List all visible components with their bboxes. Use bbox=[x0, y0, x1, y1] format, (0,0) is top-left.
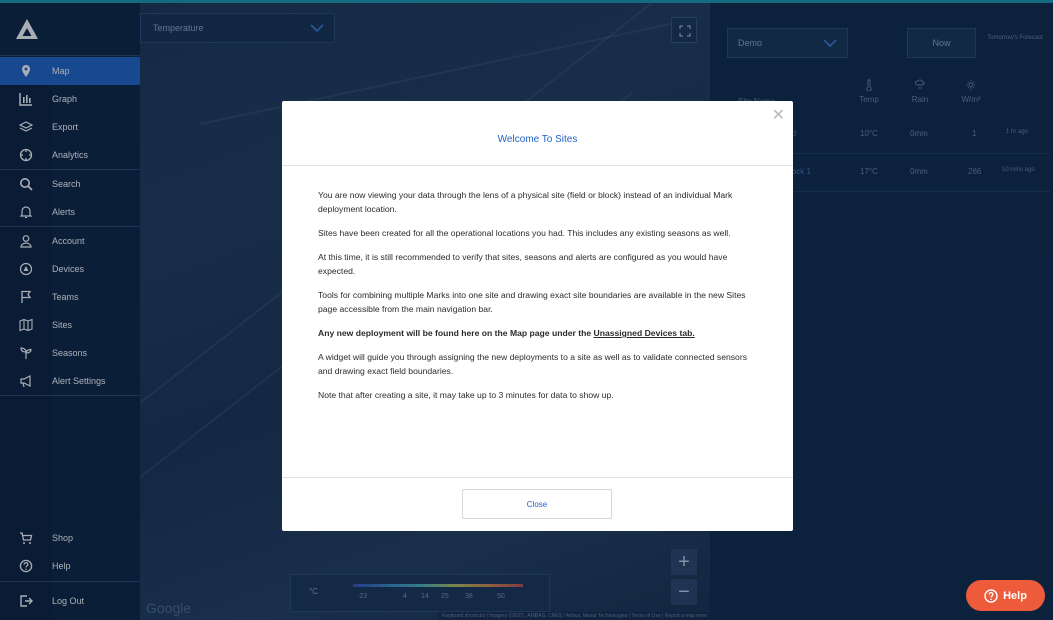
divider bbox=[282, 165, 793, 166]
bold-text: Any new deployment will be found here on… bbox=[318, 328, 594, 338]
help-button-label: Help bbox=[1003, 589, 1027, 602]
modal-paragraph: Tools for combining multiple Marks into … bbox=[318, 290, 746, 314]
close-icon[interactable]: ✕ bbox=[772, 105, 785, 125]
unassigned-devices-link[interactable]: Unassigned Devices tab. bbox=[594, 328, 695, 338]
modal-body: You are now viewing your data through th… bbox=[318, 188, 758, 412]
modal-paragraph: You are now viewing your data through th… bbox=[318, 190, 733, 214]
close-button[interactable]: Close bbox=[462, 489, 612, 519]
divider bbox=[282, 477, 793, 478]
modal-paragraph: Note that after creating a site, it may … bbox=[318, 390, 614, 400]
modal-title: Welcome To Sites bbox=[497, 134, 578, 145]
modal-paragraph: A widget will guide you through assignin… bbox=[318, 352, 747, 376]
modal-paragraph: At this time, it is still recommended to… bbox=[318, 252, 728, 276]
modal-paragraph: Sites have been created for all the oper… bbox=[318, 228, 731, 238]
help-button[interactable]: Help bbox=[966, 580, 1045, 611]
welcome-modal: ✕ Welcome To Sites You are now viewing y… bbox=[282, 101, 793, 531]
modal-paragraph-bold: Any new deployment will be found here on… bbox=[318, 326, 758, 340]
help-circle-icon bbox=[984, 588, 998, 603]
